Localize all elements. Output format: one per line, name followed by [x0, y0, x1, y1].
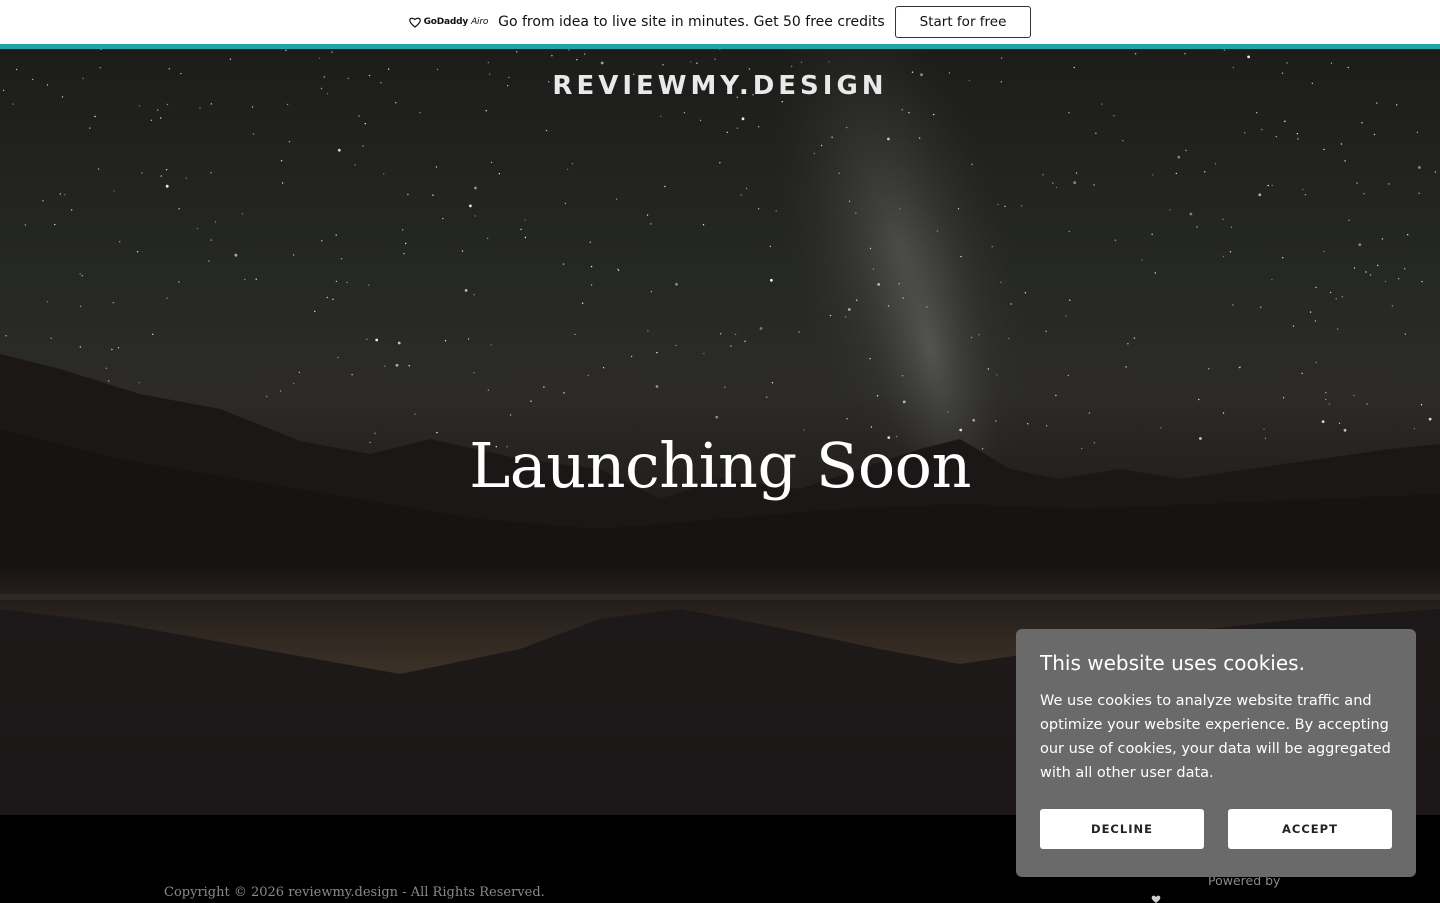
- decline-button[interactable]: DECLINE: [1040, 809, 1204, 849]
- cookie-actions: DECLINE ACCEPT: [1040, 809, 1392, 849]
- brand-suffix: Airo: [471, 17, 489, 27]
- promo-banner: GoDaddy Airo Go from idea to live site i…: [0, 0, 1440, 49]
- copyright-text: Copyright © 2026 reviewmy.design - All R…: [164, 885, 545, 900]
- cookie-title: This website uses cookies.: [1040, 651, 1305, 675]
- godaddy-heart-icon-footer: [1151, 895, 1161, 903]
- brand-name: GoDaddy: [423, 17, 469, 27]
- godaddy-airo-logo: GoDaddy Airo: [408, 17, 489, 28]
- cookie-body: We use cookies to analyze website traffi…: [1040, 693, 1391, 781]
- start-for-free-button[interactable]: Start for free: [894, 6, 1032, 38]
- accept-button[interactable]: ACCEPT: [1228, 809, 1392, 849]
- site-title[interactable]: REVIEWMY.DESIGN: [0, 71, 1440, 101]
- godaddy-heart-icon: [408, 17, 421, 28]
- cookie-consent-dialog: This website uses cookies. We use cookie…: [1016, 629, 1416, 877]
- promo-text: Go from idea to live site in minutes. Ge…: [498, 14, 885, 30]
- launching-soon-heading: Launching Soon: [469, 429, 971, 502]
